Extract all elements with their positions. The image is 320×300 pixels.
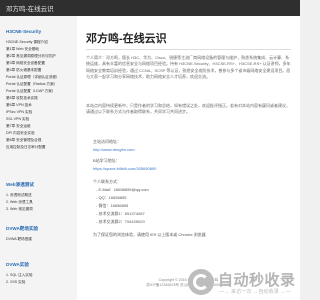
sidebar-item[interactable]: 第4章 防火墙基本配置 [6,68,74,73]
sidebar-item[interactable]: 第6章 VPN 技术 [6,103,74,108]
topbar-title[interactable]: 邓方鸣-在线云识 [6,3,54,13]
sidebar-item[interactable]: SSL VPN 实验 [6,117,74,122]
sidebar-item[interactable]: 第5章 攻防技术实践 [6,96,74,101]
sidebar-item[interactable]: 第1章 Web 安全基础 [6,47,74,52]
sidebar-section-web-pentest[interactable]: Web渗透测试 [6,182,34,188]
sidebar-item[interactable]: 第2章 常见漏洞原理分析与防护 [6,54,74,59]
watermark-logo: 自动秒收录 —→ 来访一次 →自动收录 ←— [188,266,300,300]
contact-group-2: - 技术交流群2：794425020 [96,219,145,224]
title-divider [86,49,291,50]
bilibili-link[interactable]: https://space.bilibili.com/305690890 [93,166,156,171]
contact-wechat: - 微信：16656895 [96,203,129,208]
bilibili-label: B站学习地址： [93,158,120,163]
sidebar-item[interactable]: IPSec VPN 实验 [6,110,74,115]
sidebar-item[interactable]: Portal 认证原理（详细认证流程） [6,75,74,80]
sidebar-item[interactable]: 3. Web 常见漏洞 [6,207,74,212]
sidebar-item[interactable]: 第7章 安全运维 [6,124,74,129]
sidebar-item[interactable]: 2. Web 渗透工具 [6,200,74,205]
sidebar-item[interactable]: 1. SQL 注入实验 [6,273,74,278]
top-bar: 邓方鸣-在线云识 [0,0,300,16]
browser-note: 为了保证您的浏览体验，请使用 IE9 以上版本或 Chrome 浏览器 [93,232,206,237]
sidebar-item[interactable]: 第3章 网络安全设备配置 [6,61,74,66]
sidebar-item[interactable]: 应用控制及日志审计配置 [6,145,74,150]
watermark-subtext: —→ 来访一次 →自动收录 ←— [219,289,291,295]
sidebar-item[interactable]: Portal 认证配置（Radius 方案） [6,82,74,87]
sidebar-section-dvwa-lab[interactable]: DVWA实验 [6,262,29,268]
sidebar-item[interactable]: 1. 渗透测试概述 [6,193,74,198]
page-title: 邓方鸣-在线云识 [86,33,167,45]
watermark-text: 自动秒收录 [218,272,296,289]
sidebar-item[interactable]: Portal 认证配置（LDAP 方案） [6,89,74,94]
contact-email[interactable]: - E-Mail：16656895@qq.com [96,187,149,193]
contact-title: 个人联系方式： [93,179,121,184]
sidebar-section-dvwa-range[interactable]: DVWA靶场实验 [6,226,38,232]
sidebar-nav: H3CNE-Security H3CNE-Security 课程介绍 第1章 W… [0,16,77,300]
sidebar-item[interactable]: H3CNE-Security 课程介绍 [6,40,74,45]
contact-qq: - QQ：16656895 [96,195,127,200]
contact-group-1: - 技术交流群1：691374087 [96,211,145,216]
sidebar-item[interactable]: 第8章 安全管理及合规 [6,138,74,143]
blog-link[interactable]: http://www.dengfm.com [93,147,135,152]
sidebar-item[interactable]: DPI 内容安全实验 [6,131,74,136]
notice-paragraph: 本站点内容持续更新中，只是作者的学习和总结，如有错误之处，欢迎批评指正。若有对本… [86,103,290,115]
sidebar-section-h3cne[interactable]: H3CNE-Security [6,29,41,34]
sidebar-item[interactable]: DVWA 靶场搭建 [6,237,74,242]
main-content: 邓方鸣-在线云识 个人简介：邓方鸣，擅长 H3C、华为、Cisco、锐捷等主流厂… [77,16,300,300]
watermark-ring-icon [193,274,209,290]
sidebar-item[interactable]: 2. XSS 实验 [6,280,74,285]
blog-label: 主站访问地址： [93,139,121,144]
intro-paragraph: 个人简介：邓方鸣，擅长 H3C、华为、Cisco、锐捷等主流厂商网络设备的管理与… [86,55,291,80]
